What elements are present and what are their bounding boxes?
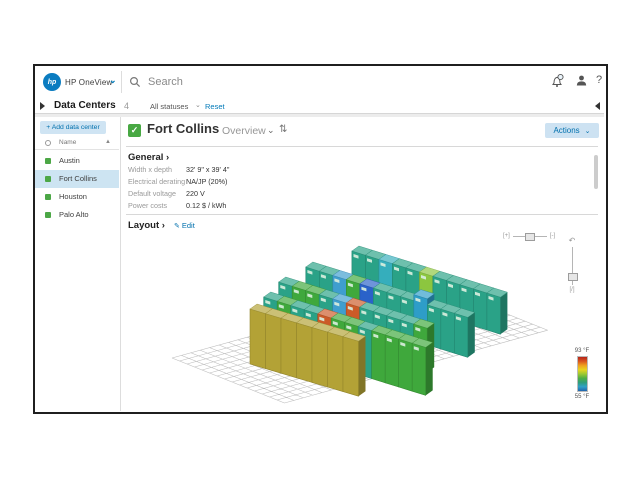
temperature-legend: 93 °F 55 °F bbox=[571, 347, 593, 401]
screenshot-canvas: hp HP OneView ⌄ ? bbox=[0, 0, 640, 480]
status-ok-icon: ✓ bbox=[128, 124, 141, 137]
sidebar-item-houston[interactable]: Houston bbox=[35, 188, 119, 206]
name-column-header[interactable]: Name bbox=[59, 139, 76, 146]
status-ok-icon bbox=[45, 194, 51, 200]
status-column-icon bbox=[45, 140, 51, 146]
rotate-slider-handle[interactable] bbox=[568, 273, 578, 281]
section-divider bbox=[126, 214, 598, 215]
chevron-down-icon: ⌄ bbox=[585, 127, 591, 135]
general-section-heading[interactable]: General › bbox=[128, 152, 169, 163]
notifications-bell-icon[interactable] bbox=[550, 73, 565, 93]
status-filter-dropdown[interactable]: All statuses bbox=[150, 102, 188, 111]
legend-gradient-bar bbox=[577, 356, 588, 392]
resource-count: 4 bbox=[124, 101, 129, 111]
legend-min-label: 55 °F bbox=[575, 393, 589, 401]
app-window: hp HP OneView ⌄ ? bbox=[33, 64, 608, 414]
hp-logo-icon: hp bbox=[43, 73, 61, 91]
zoom-slider[interactable]: [+] [-] bbox=[503, 233, 555, 239]
resource-title: Fort Collins bbox=[147, 121, 219, 136]
rotate-arrow-icon[interactable]: ↶ bbox=[569, 237, 576, 245]
menu-expand-icon[interactable] bbox=[40, 102, 45, 110]
status-ok-icon bbox=[45, 158, 51, 164]
search-icon bbox=[129, 76, 141, 88]
zoom-slider-track[interactable] bbox=[513, 236, 547, 237]
status-ok-icon bbox=[45, 176, 51, 182]
search-bar[interactable] bbox=[129, 72, 429, 92]
legend-max-label: 93 °F bbox=[575, 347, 589, 355]
general-fields: Width x depth32' 9" x 39' 4"Electrical d… bbox=[128, 165, 348, 210]
sidebar-item-fort-collins[interactable]: Fort Collins bbox=[35, 170, 119, 188]
rack-layout-3d-view[interactable] bbox=[122, 228, 598, 406]
zoom-slider-handle[interactable] bbox=[525, 233, 535, 241]
zoom-in-label[interactable]: [+] bbox=[503, 233, 510, 239]
view-selector[interactable]: Overview bbox=[222, 125, 266, 137]
field-value: 220 V bbox=[186, 189, 348, 198]
rotate-control[interactable]: ↶ [/] bbox=[565, 237, 579, 293]
field-value: 32' 9" x 39' 4" bbox=[186, 165, 348, 174]
rotate-reset-label[interactable]: [/] bbox=[569, 287, 574, 293]
field-value: NA/JP (20%) bbox=[186, 177, 348, 186]
sidebar-item-label: Houston bbox=[59, 192, 87, 201]
sidebar-table-header: Name ▲ bbox=[35, 138, 119, 150]
zoom-out-label[interactable]: [-] bbox=[550, 233, 555, 239]
chevron-down-icon: ⌄ bbox=[195, 101, 201, 109]
page-title: Data Centers bbox=[54, 100, 116, 111]
field-label: Default voltage bbox=[128, 189, 186, 198]
datacenter-sidebar: + Add data center Name ▲ Austin Fort Coll… bbox=[35, 117, 121, 411]
help-button[interactable]: ? bbox=[596, 74, 602, 86]
add-data-center-button[interactable]: + Add data center bbox=[40, 121, 106, 134]
sidebar-item-palo-alto[interactable]: Palo Alto bbox=[35, 206, 119, 224]
sidebar-item-austin[interactable]: Austin bbox=[35, 152, 119, 170]
panel-collapse-icon[interactable] bbox=[595, 102, 600, 110]
filter-bar bbox=[35, 98, 604, 114]
scrollbar-thumb[interactable] bbox=[594, 155, 598, 189]
sidebar-item-label: Fort Collins bbox=[59, 174, 97, 183]
chevron-down-icon: ⌄ bbox=[267, 125, 275, 136]
actions-button[interactable]: Actions ⌄ bbox=[545, 123, 599, 138]
section-divider bbox=[126, 146, 598, 147]
search-input[interactable] bbox=[146, 75, 400, 89]
chevron-down-icon[interactable]: ⌄ bbox=[109, 75, 117, 86]
field-label: Width x depth bbox=[128, 165, 186, 174]
reset-filter-link[interactable]: Reset bbox=[205, 102, 225, 111]
status-ok-icon bbox=[45, 212, 51, 218]
rotate-slider-track[interactable] bbox=[572, 247, 573, 285]
activity-toggle-icon[interactable]: ⇅ bbox=[279, 124, 287, 135]
user-account-icon[interactable] bbox=[575, 74, 588, 92]
field-label: Power costs bbox=[128, 201, 186, 210]
brand-label: HP OneView bbox=[65, 78, 113, 87]
field-value: 0.12 $ / kWh bbox=[186, 201, 348, 210]
sidebar-item-label: Palo Alto bbox=[59, 210, 89, 219]
sidebar-item-label: Austin bbox=[59, 156, 80, 165]
field-label: Electrical derating bbox=[128, 177, 186, 186]
actions-label: Actions bbox=[553, 126, 579, 135]
topbar-divider bbox=[121, 71, 122, 93]
sort-asc-icon[interactable]: ▲ bbox=[105, 139, 111, 145]
